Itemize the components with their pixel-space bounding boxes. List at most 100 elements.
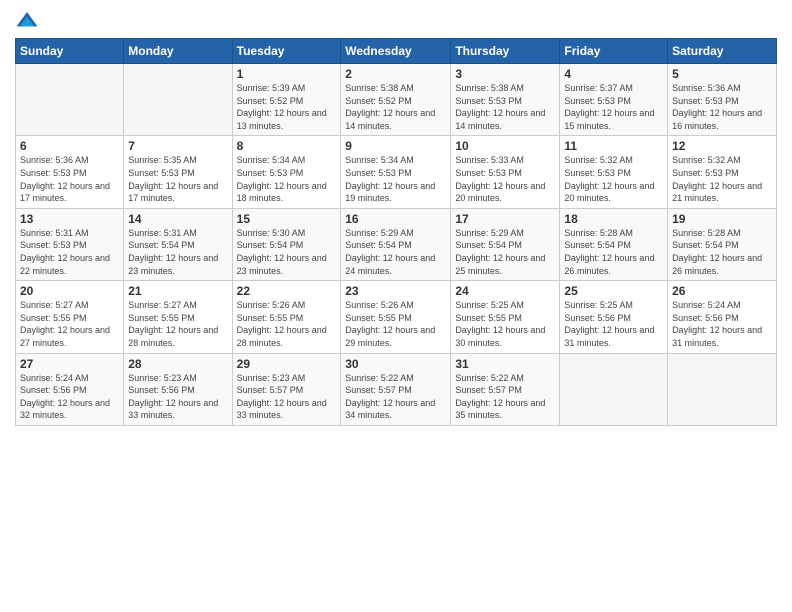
day-number: 24 (455, 284, 555, 298)
day-info: Sunrise: 5:31 AM Sunset: 5:54 PM Dayligh… (128, 227, 227, 277)
day-info: Sunrise: 5:26 AM Sunset: 5:55 PM Dayligh… (345, 299, 446, 349)
calendar-cell: 30Sunrise: 5:22 AM Sunset: 5:57 PM Dayli… (341, 353, 451, 425)
day-number: 8 (237, 139, 337, 153)
day-info: Sunrise: 5:39 AM Sunset: 5:52 PM Dayligh… (237, 82, 337, 132)
calendar-cell: 29Sunrise: 5:23 AM Sunset: 5:57 PM Dayli… (232, 353, 341, 425)
calendar-cell: 15Sunrise: 5:30 AM Sunset: 5:54 PM Dayli… (232, 208, 341, 280)
day-number: 27 (20, 357, 119, 371)
day-header-sunday: Sunday (16, 39, 124, 64)
day-info: Sunrise: 5:25 AM Sunset: 5:55 PM Dayligh… (455, 299, 555, 349)
calendar-cell: 6Sunrise: 5:36 AM Sunset: 5:53 PM Daylig… (16, 136, 124, 208)
day-number: 29 (237, 357, 337, 371)
day-info: Sunrise: 5:25 AM Sunset: 5:56 PM Dayligh… (564, 299, 663, 349)
day-number: 10 (455, 139, 555, 153)
day-info: Sunrise: 5:38 AM Sunset: 5:53 PM Dayligh… (455, 82, 555, 132)
day-number: 31 (455, 357, 555, 371)
day-number: 1 (237, 67, 337, 81)
day-number: 28 (128, 357, 227, 371)
calendar-cell: 17Sunrise: 5:29 AM Sunset: 5:54 PM Dayli… (451, 208, 560, 280)
day-info: Sunrise: 5:37 AM Sunset: 5:53 PM Dayligh… (564, 82, 663, 132)
day-number: 19 (672, 212, 772, 226)
calendar-cell: 14Sunrise: 5:31 AM Sunset: 5:54 PM Dayli… (124, 208, 232, 280)
day-info: Sunrise: 5:36 AM Sunset: 5:53 PM Dayligh… (672, 82, 772, 132)
day-number: 26 (672, 284, 772, 298)
day-number: 6 (20, 139, 119, 153)
day-info: Sunrise: 5:22 AM Sunset: 5:57 PM Dayligh… (455, 372, 555, 422)
day-number: 22 (237, 284, 337, 298)
day-info: Sunrise: 5:35 AM Sunset: 5:53 PM Dayligh… (128, 154, 227, 204)
day-number: 16 (345, 212, 446, 226)
day-number: 30 (345, 357, 446, 371)
day-number: 15 (237, 212, 337, 226)
calendar-cell: 26Sunrise: 5:24 AM Sunset: 5:56 PM Dayli… (668, 281, 777, 353)
day-info: Sunrise: 5:23 AM Sunset: 5:56 PM Dayligh… (128, 372, 227, 422)
day-info: Sunrise: 5:22 AM Sunset: 5:57 PM Dayligh… (345, 372, 446, 422)
calendar-cell: 1Sunrise: 5:39 AM Sunset: 5:52 PM Daylig… (232, 64, 341, 136)
calendar-cell: 7Sunrise: 5:35 AM Sunset: 5:53 PM Daylig… (124, 136, 232, 208)
day-info: Sunrise: 5:28 AM Sunset: 5:54 PM Dayligh… (672, 227, 772, 277)
calendar-cell: 22Sunrise: 5:26 AM Sunset: 5:55 PM Dayli… (232, 281, 341, 353)
calendar-cell: 20Sunrise: 5:27 AM Sunset: 5:55 PM Dayli… (16, 281, 124, 353)
calendar-cell: 24Sunrise: 5:25 AM Sunset: 5:55 PM Dayli… (451, 281, 560, 353)
page: SundayMondayTuesdayWednesdayThursdayFrid… (0, 0, 792, 612)
calendar-cell (668, 353, 777, 425)
day-info: Sunrise: 5:26 AM Sunset: 5:55 PM Dayligh… (237, 299, 337, 349)
day-number: 13 (20, 212, 119, 226)
calendar-cell (16, 64, 124, 136)
day-number: 20 (20, 284, 119, 298)
day-info: Sunrise: 5:30 AM Sunset: 5:54 PM Dayligh… (237, 227, 337, 277)
day-info: Sunrise: 5:33 AM Sunset: 5:53 PM Dayligh… (455, 154, 555, 204)
calendar-week-2: 6Sunrise: 5:36 AM Sunset: 5:53 PM Daylig… (16, 136, 777, 208)
day-number: 14 (128, 212, 227, 226)
calendar-cell: 16Sunrise: 5:29 AM Sunset: 5:54 PM Dayli… (341, 208, 451, 280)
day-number: 2 (345, 67, 446, 81)
calendar-cell: 3Sunrise: 5:38 AM Sunset: 5:53 PM Daylig… (451, 64, 560, 136)
day-number: 17 (455, 212, 555, 226)
day-info: Sunrise: 5:23 AM Sunset: 5:57 PM Dayligh… (237, 372, 337, 422)
day-number: 3 (455, 67, 555, 81)
day-info: Sunrise: 5:29 AM Sunset: 5:54 PM Dayligh… (345, 227, 446, 277)
calendar-cell: 10Sunrise: 5:33 AM Sunset: 5:53 PM Dayli… (451, 136, 560, 208)
day-header-monday: Monday (124, 39, 232, 64)
calendar-cell: 13Sunrise: 5:31 AM Sunset: 5:53 PM Dayli… (16, 208, 124, 280)
day-info: Sunrise: 5:32 AM Sunset: 5:53 PM Dayligh… (564, 154, 663, 204)
calendar-cell: 12Sunrise: 5:32 AM Sunset: 5:53 PM Dayli… (668, 136, 777, 208)
calendar-cell: 25Sunrise: 5:25 AM Sunset: 5:56 PM Dayli… (560, 281, 668, 353)
calendar-cell: 23Sunrise: 5:26 AM Sunset: 5:55 PM Dayli… (341, 281, 451, 353)
calendar-cell: 9Sunrise: 5:34 AM Sunset: 5:53 PM Daylig… (341, 136, 451, 208)
calendar-week-5: 27Sunrise: 5:24 AM Sunset: 5:56 PM Dayli… (16, 353, 777, 425)
day-number: 21 (128, 284, 227, 298)
day-number: 9 (345, 139, 446, 153)
calendar-header-row: SundayMondayTuesdayWednesdayThursdayFrid… (16, 39, 777, 64)
calendar-cell (560, 353, 668, 425)
day-number: 4 (564, 67, 663, 81)
day-info: Sunrise: 5:31 AM Sunset: 5:53 PM Dayligh… (20, 227, 119, 277)
day-header-thursday: Thursday (451, 39, 560, 64)
calendar-cell: 28Sunrise: 5:23 AM Sunset: 5:56 PM Dayli… (124, 353, 232, 425)
calendar-cell: 2Sunrise: 5:38 AM Sunset: 5:52 PM Daylig… (341, 64, 451, 136)
calendar-week-1: 1Sunrise: 5:39 AM Sunset: 5:52 PM Daylig… (16, 64, 777, 136)
day-header-saturday: Saturday (668, 39, 777, 64)
day-number: 25 (564, 284, 663, 298)
calendar-week-3: 13Sunrise: 5:31 AM Sunset: 5:53 PM Dayli… (16, 208, 777, 280)
day-number: 7 (128, 139, 227, 153)
day-info: Sunrise: 5:24 AM Sunset: 5:56 PM Dayligh… (20, 372, 119, 422)
calendar-cell: 5Sunrise: 5:36 AM Sunset: 5:53 PM Daylig… (668, 64, 777, 136)
day-number: 12 (672, 139, 772, 153)
calendar-cell: 31Sunrise: 5:22 AM Sunset: 5:57 PM Dayli… (451, 353, 560, 425)
calendar-cell (124, 64, 232, 136)
day-number: 5 (672, 67, 772, 81)
calendar-cell: 8Sunrise: 5:34 AM Sunset: 5:53 PM Daylig… (232, 136, 341, 208)
day-info: Sunrise: 5:34 AM Sunset: 5:53 PM Dayligh… (237, 154, 337, 204)
day-number: 18 (564, 212, 663, 226)
header (15, 10, 777, 30)
day-header-wednesday: Wednesday (341, 39, 451, 64)
day-info: Sunrise: 5:32 AM Sunset: 5:53 PM Dayligh… (672, 154, 772, 204)
logo (15, 10, 43, 30)
day-info: Sunrise: 5:34 AM Sunset: 5:53 PM Dayligh… (345, 154, 446, 204)
calendar-cell: 21Sunrise: 5:27 AM Sunset: 5:55 PM Dayli… (124, 281, 232, 353)
day-number: 23 (345, 284, 446, 298)
day-info: Sunrise: 5:38 AM Sunset: 5:52 PM Dayligh… (345, 82, 446, 132)
calendar-table: SundayMondayTuesdayWednesdayThursdayFrid… (15, 38, 777, 426)
calendar-cell: 27Sunrise: 5:24 AM Sunset: 5:56 PM Dayli… (16, 353, 124, 425)
